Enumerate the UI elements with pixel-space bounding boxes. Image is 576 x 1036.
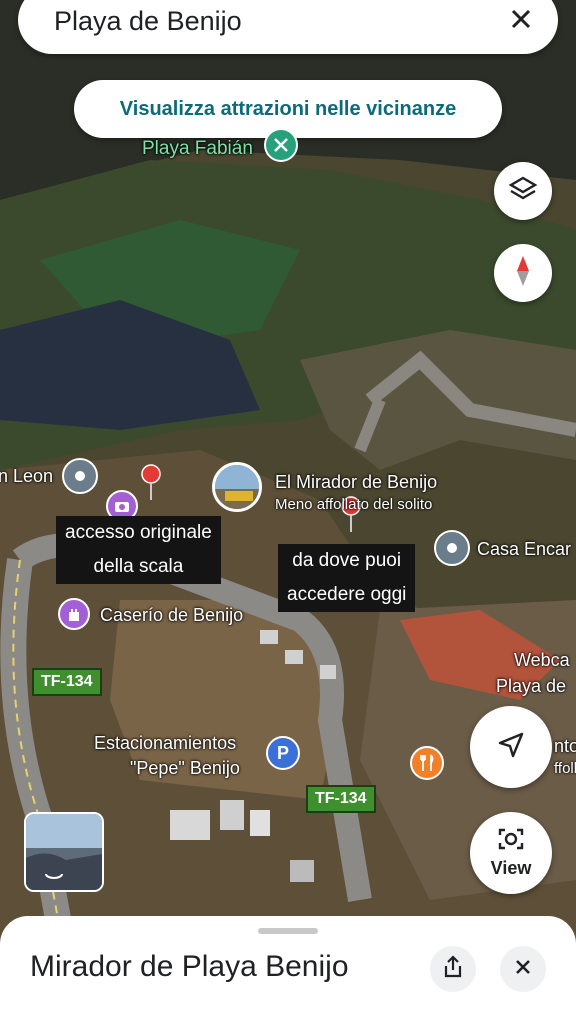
layers-icon (508, 174, 538, 209)
camera-icon (115, 502, 129, 512)
close-icon[interactable] (504, 2, 538, 36)
road-sign: TF-134 (32, 668, 102, 696)
mirador-busyness: Meno affollato del solito (275, 496, 433, 513)
share-button[interactable] (430, 946, 476, 992)
close-icon (512, 956, 534, 983)
search-bar[interactable]: Playa de Benijo (18, 0, 558, 54)
compass-icon (511, 254, 535, 293)
camera-lens-icon (497, 827, 525, 856)
webcam-label-2[interactable]: Playa de (496, 676, 566, 697)
right-label-2[interactable]: ffolla (554, 760, 576, 777)
right-label[interactable]: nto (554, 736, 576, 757)
note-line: da dove puoi (292, 550, 402, 571)
parking-label[interactable]: Estacionamientos (94, 733, 236, 754)
playa-fabian-label[interactable]: Playa Fabián (142, 138, 253, 160)
street-view-thumbnail[interactable] (24, 812, 104, 892)
castle-icon[interactable] (58, 598, 90, 630)
beach-pin[interactable] (264, 128, 298, 162)
leon-label[interactable]: n Leon (0, 466, 53, 487)
note-access-today: da dove puoi accedere oggi (278, 544, 416, 612)
place-bottom-sheet[interactable]: Mirador de Playa Benijo (0, 916, 576, 1036)
note-original-access: accesso originale della scala (56, 516, 221, 584)
nearby-attractions-label: Visualizza attrazioni nelle vicinanze (119, 97, 457, 120)
search-query[interactable]: Playa de Benijo (54, 6, 242, 37)
layers-button[interactable] (494, 162, 552, 220)
note-line: accedere oggi (287, 584, 407, 605)
parking-label-2[interactable]: "Pepe" Benijo (130, 758, 240, 779)
road-sign: TF-134 (306, 785, 376, 813)
parking-icon[interactable]: P (266, 736, 300, 770)
note-line: accesso originale (65, 522, 212, 543)
note-line: della scala (93, 556, 184, 577)
location-pin-icon[interactable] (434, 530, 470, 566)
saved-pin-1[interactable] (140, 464, 162, 505)
my-location-button[interactable] (470, 706, 552, 788)
casa-label[interactable]: Casa Encar (477, 539, 571, 560)
caserio-label[interactable]: Caserío de Benijo (100, 605, 243, 626)
share-icon (442, 954, 464, 984)
sheet-close-button[interactable] (500, 946, 546, 992)
webcam-label[interactable]: Webca (514, 650, 570, 671)
view-button[interactable]: View (470, 812, 552, 894)
view-label: View (490, 858, 532, 878)
compass-button[interactable] (494, 244, 552, 302)
place-title: Mirador de Playa Benijo (30, 950, 349, 983)
beach-icon (274, 138, 288, 152)
mirador-photo-pin[interactable] (212, 462, 262, 512)
mirador-label[interactable]: El Mirador de Benijo (275, 472, 437, 493)
location-pin-icon[interactable] (62, 458, 98, 494)
drag-handle[interactable] (258, 928, 318, 934)
navigate-icon (496, 730, 526, 765)
restaurant-icon[interactable] (410, 746, 444, 780)
